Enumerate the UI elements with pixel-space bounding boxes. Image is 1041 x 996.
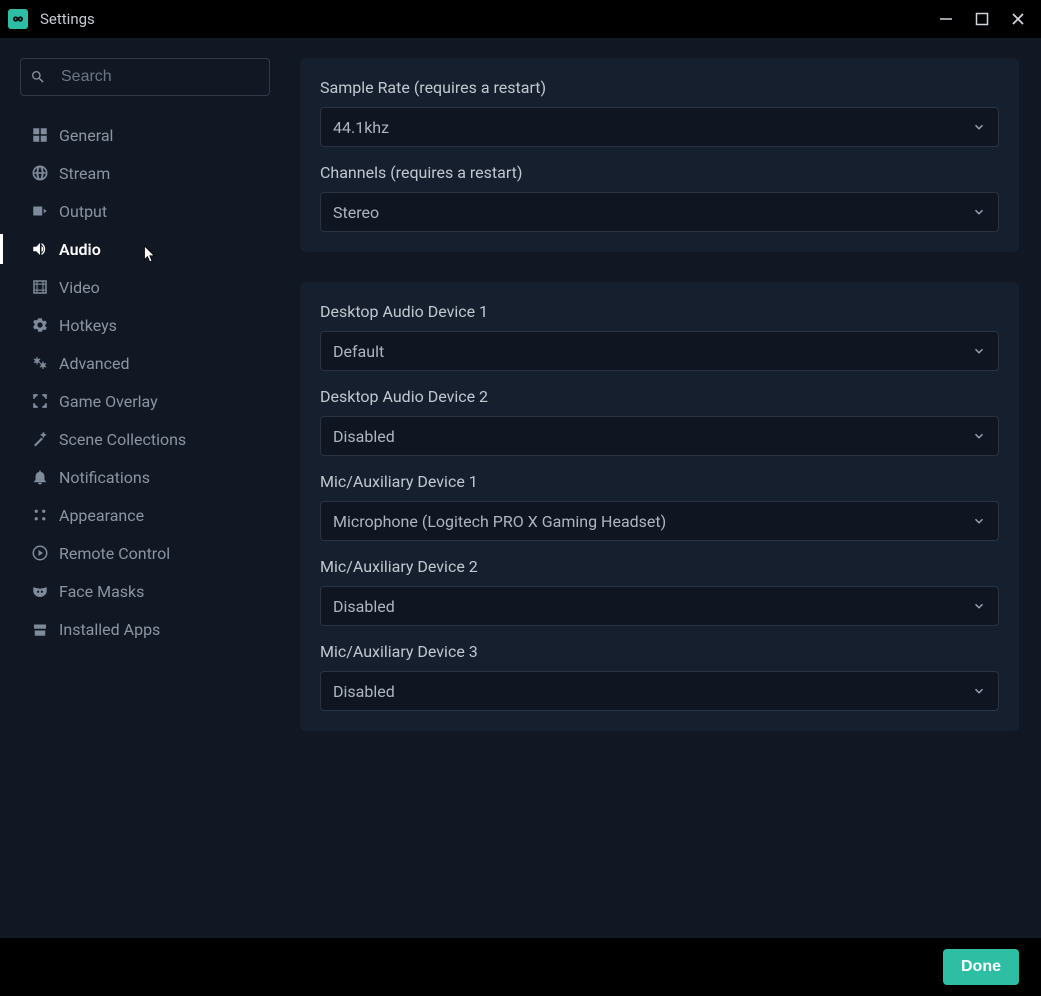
globe-icon [29, 164, 51, 182]
field-mic-aux-3: Mic/Auxiliary Device 3 Disabled [320, 642, 999, 711]
chevron-down-icon [972, 684, 986, 698]
done-button[interactable]: Done [943, 949, 1019, 985]
search-input[interactable] [20, 58, 270, 96]
sidebar-item-advanced[interactable]: Advanced [20, 344, 300, 382]
sidebar-item-label: Audio [59, 240, 101, 259]
chevron-down-icon [972, 344, 986, 358]
sidebar-item-face-masks[interactable]: Face Masks [20, 572, 300, 610]
sidebar-item-audio[interactable]: Audio [20, 230, 300, 268]
field-desktop-audio-1: Desktop Audio Device 1 Default [320, 302, 999, 371]
field-mic-aux-2: Mic/Auxiliary Device 2 Disabled [320, 557, 999, 626]
sidebar-item-stream[interactable]: Stream [20, 154, 300, 192]
window-title: Settings [40, 10, 939, 28]
select-value: Disabled [333, 597, 395, 616]
select-value: 44.1khz [333, 118, 389, 137]
search-wrap [20, 58, 270, 96]
speaker-icon [29, 240, 51, 258]
window-controls [939, 12, 1033, 26]
select-value: Default [333, 342, 384, 361]
select-desktop-audio-1[interactable]: Default [320, 331, 999, 371]
select-value: Microphone (Logitech PRO X Gaming Headse… [333, 512, 666, 531]
field-label: Desktop Audio Device 2 [320, 387, 999, 406]
wand-icon [29, 430, 51, 448]
gears-icon [29, 354, 51, 372]
select-value: Disabled [333, 682, 395, 701]
sidebar-item-label: Installed Apps [59, 620, 160, 639]
expand-icon [29, 392, 51, 410]
field-label: Channels (requires a restart) [320, 163, 999, 182]
mask-icon [29, 582, 51, 600]
sidebar-item-label: Output [59, 202, 107, 221]
sidebar-item-remote-control[interactable]: Remote Control [20, 534, 300, 572]
grid-icon [29, 126, 51, 144]
gear-icon [29, 316, 51, 334]
sidebar-item-label: Advanced [59, 354, 130, 373]
store-icon [29, 620, 51, 638]
chevron-down-icon [972, 429, 986, 443]
select-mic-aux-3[interactable]: Disabled [320, 671, 999, 711]
close-button[interactable] [1011, 12, 1025, 26]
app-icon [8, 9, 28, 29]
sidebar-item-label: General [59, 126, 113, 145]
nav: General Stream Output Audio Video Hotkeys Adva… [20, 116, 300, 648]
select-value: Stereo [333, 203, 379, 222]
field-label: Desktop Audio Device 1 [320, 302, 999, 321]
sidebar-item-label: Game Overlay [59, 392, 158, 411]
footer: Done [0, 938, 1041, 996]
select-mic-aux-2[interactable]: Disabled [320, 586, 999, 626]
sidebar-item-label: Scene Collections [59, 430, 186, 449]
field-label: Sample Rate (requires a restart) [320, 78, 999, 97]
main: General Stream Output Audio Video Hotkeys Adva… [0, 38, 1041, 938]
sidebar-item-output[interactable]: Output [20, 192, 300, 230]
field-label: Mic/Auxiliary Device 2 [320, 557, 999, 576]
sidebar-item-general[interactable]: General [20, 116, 300, 154]
chevron-down-icon [972, 120, 986, 134]
sidebar-item-video[interactable]: Video [20, 268, 300, 306]
settings-panel: Desktop Audio Device 1DefaultDesktop Aud… [300, 282, 1019, 731]
select-value: Disabled [333, 427, 395, 446]
field-desktop-audio-2: Desktop Audio Device 2 Disabled [320, 387, 999, 456]
sidebar-item-label: Notifications [59, 468, 150, 487]
bell-icon [29, 468, 51, 486]
grip-icon [29, 506, 51, 524]
sidebar-item-label: Video [59, 278, 100, 297]
select-mic-aux-1[interactable]: Microphone (Logitech PRO X Gaming Headse… [320, 501, 999, 541]
field-label: Mic/Auxiliary Device 3 [320, 642, 999, 661]
chevron-down-icon [972, 205, 986, 219]
sidebar-item-label: Stream [59, 164, 110, 183]
field-channels: Channels (requires a restart) Stereo [320, 163, 999, 232]
output-icon [29, 202, 51, 220]
sidebar-item-appearance[interactable]: Appearance [20, 496, 300, 534]
film-icon [29, 278, 51, 296]
select-sample-rate[interactable]: 44.1khz [320, 107, 999, 147]
minimize-button[interactable] [939, 12, 953, 26]
sidebar-item-game-overlay[interactable]: Game Overlay [20, 382, 300, 420]
search-icon [30, 69, 46, 85]
sidebar: General Stream Output Audio Video Hotkeys Adva… [0, 38, 300, 938]
field-label: Mic/Auxiliary Device 1 [320, 472, 999, 491]
field-sample-rate: Sample Rate (requires a restart) 44.1khz [320, 78, 999, 147]
titlebar: Settings [0, 0, 1041, 38]
sidebar-item-label: Appearance [59, 506, 144, 525]
select-desktop-audio-2[interactable]: Disabled [320, 416, 999, 456]
select-channels[interactable]: Stereo [320, 192, 999, 232]
sidebar-item-label: Face Masks [59, 582, 144, 601]
sidebar-item-label: Hotkeys [59, 316, 117, 335]
play-circle-icon [29, 544, 51, 562]
content: Sample Rate (requires a restart) 44.1khz C… [300, 38, 1041, 938]
settings-panel: Sample Rate (requires a restart) 44.1khz C… [300, 58, 1019, 252]
sidebar-item-hotkeys[interactable]: Hotkeys [20, 306, 300, 344]
sidebar-item-notifications[interactable]: Notifications [20, 458, 300, 496]
sidebar-item-scene-collections[interactable]: Scene Collections [20, 420, 300, 458]
chevron-down-icon [972, 514, 986, 528]
chevron-down-icon [972, 599, 986, 613]
field-mic-aux-1: Mic/Auxiliary Device 1 Microphone (Logite… [320, 472, 999, 541]
sidebar-item-installed-apps[interactable]: Installed Apps [20, 610, 300, 648]
maximize-button[interactable] [975, 12, 989, 26]
sidebar-item-label: Remote Control [59, 544, 170, 563]
